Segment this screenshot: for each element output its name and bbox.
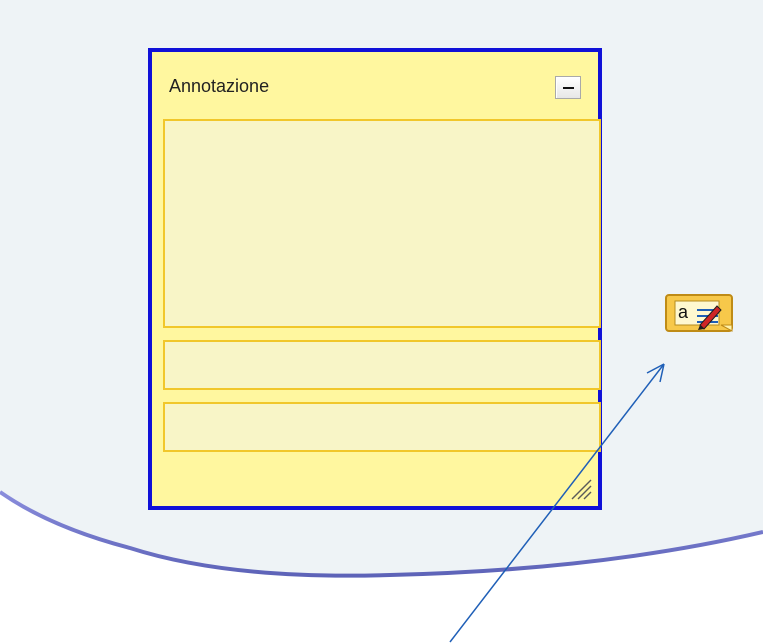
- annotation-body-field[interactable]: [163, 119, 601, 328]
- annotation-note-icon[interactable]: a: [665, 294, 734, 334]
- annotation-title: Annotazione: [169, 76, 270, 96]
- annotation-line-1-field[interactable]: [163, 340, 601, 390]
- resize-grip-icon[interactable]: [568, 476, 592, 500]
- annotation-panel[interactable]: Annotazione: [148, 48, 602, 510]
- annotation-canvas: Annotazione a: [0, 0, 763, 644]
- annotation-line-2-field[interactable]: [163, 402, 601, 452]
- note-letter: a: [678, 302, 689, 322]
- minimize-icon: [563, 87, 574, 89]
- minimize-button[interactable]: [555, 76, 581, 99]
